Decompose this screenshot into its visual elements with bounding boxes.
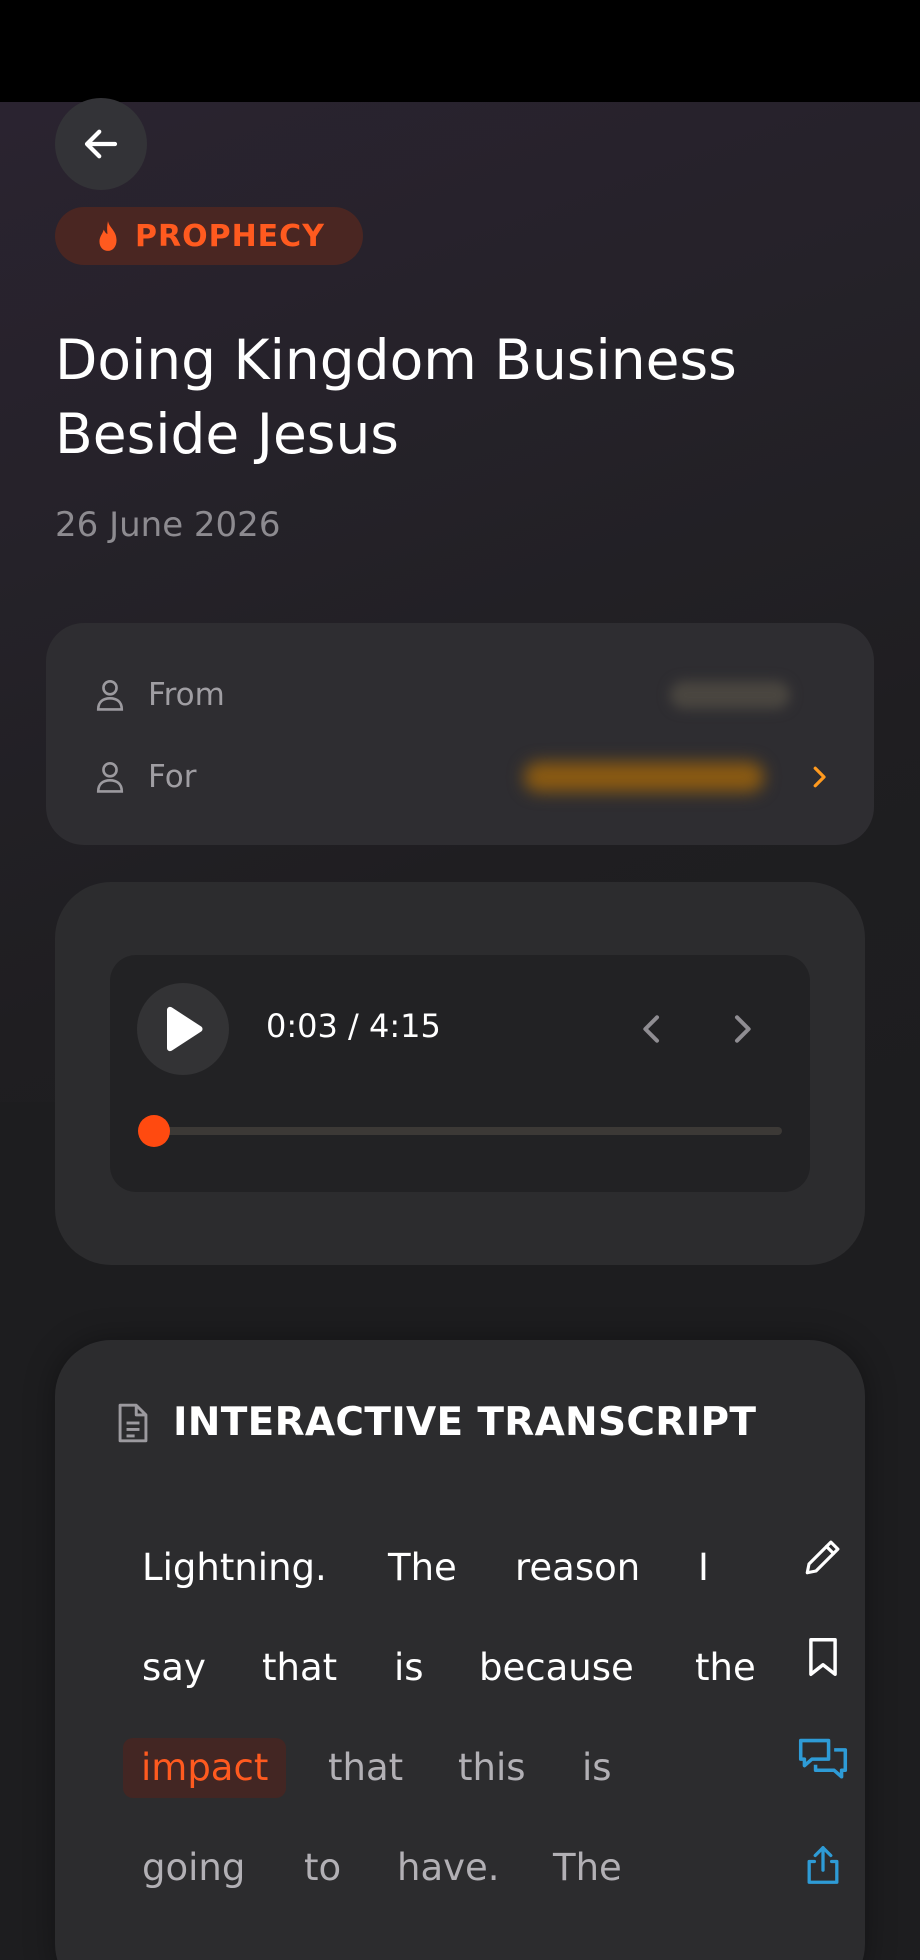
transcript-word[interactable]: to xyxy=(304,1838,341,1898)
transcript-card: INTERACTIVE TRANSCRIPT Lightning. The reas… xyxy=(55,1340,865,1960)
transcript-word[interactable]: say xyxy=(142,1638,206,1698)
flame-icon xyxy=(99,221,117,251)
transcript-header: INTERACTIVE TRANSCRIPT xyxy=(115,1400,756,1445)
edit-button[interactable] xyxy=(793,1527,853,1587)
bookmark-button[interactable] xyxy=(793,1627,853,1687)
arrow-left-icon xyxy=(84,129,118,159)
chevron-left-icon xyxy=(643,1015,659,1043)
for-label: For xyxy=(148,759,197,795)
transcript-word[interactable]: is xyxy=(582,1738,612,1798)
progress-thumb[interactable] xyxy=(137,1115,170,1147)
category-label: PROPHECY xyxy=(135,218,325,254)
bookmark-icon xyxy=(809,1638,837,1676)
transcript-word[interactable]: Lightning. xyxy=(142,1538,327,1598)
transcript-word[interactable]: is xyxy=(394,1638,424,1698)
transcript-word[interactable]: that xyxy=(328,1738,403,1798)
person-icon xyxy=(96,761,124,793)
audio-player: 0:03 / 4:15 xyxy=(110,955,810,1192)
meta-row-from: From xyxy=(94,670,834,720)
transcript-word[interactable]: this xyxy=(458,1738,526,1798)
person-icon xyxy=(96,679,124,711)
transcript-word[interactable]: The xyxy=(388,1538,457,1598)
transcript-word[interactable]: because xyxy=(479,1638,634,1698)
playback-time: 0:03 / 4:15 xyxy=(266,1007,441,1045)
for-value-redacted xyxy=(524,762,764,792)
share-button[interactable] xyxy=(793,1835,853,1895)
pencil-icon xyxy=(805,1540,840,1575)
chat-bubbles-icon xyxy=(798,1738,848,1779)
category-pill: PROPHECY xyxy=(55,207,363,265)
comments-button[interactable] xyxy=(788,1726,858,1796)
transcript-word[interactable]: that xyxy=(262,1638,337,1698)
meta-card xyxy=(46,623,874,845)
play-button[interactable] xyxy=(137,983,229,1075)
previous-button[interactable] xyxy=(632,1009,672,1053)
date-text: 26 June 2026 xyxy=(55,505,281,545)
from-value-redacted xyxy=(670,681,790,709)
transcript-title: INTERACTIVE TRANSCRIPT xyxy=(173,1400,757,1445)
transcript-word[interactable]: the xyxy=(695,1638,756,1698)
document-icon xyxy=(118,1403,148,1442)
transcript-word[interactable]: reason xyxy=(515,1538,640,1598)
page-title: Doing Kingdom Business Beside Jesus xyxy=(55,328,737,466)
share-icon xyxy=(807,1846,839,1884)
next-button[interactable] xyxy=(722,1009,762,1053)
transcript-word[interactable]: going xyxy=(142,1838,245,1898)
chevron-right-icon xyxy=(813,766,826,788)
transcript-word[interactable]: have. xyxy=(397,1838,500,1898)
meta-row-for[interactable]: For xyxy=(94,752,834,802)
play-icon xyxy=(167,1006,203,1052)
audio-player-card: 0:03 / 4:15 xyxy=(55,882,865,1265)
from-label: From xyxy=(148,677,225,713)
meta-row-from xyxy=(94,1293,834,1343)
progress-track[interactable] xyxy=(137,1115,782,1147)
status-bar xyxy=(0,0,920,102)
back-button[interactable] xyxy=(55,98,147,190)
transcript-word[interactable]: I xyxy=(698,1538,709,1598)
chevron-right-icon xyxy=(735,1015,751,1043)
transcript-word[interactable]: The xyxy=(553,1838,622,1898)
transcript-word-active[interactable]: impact xyxy=(123,1738,287,1798)
